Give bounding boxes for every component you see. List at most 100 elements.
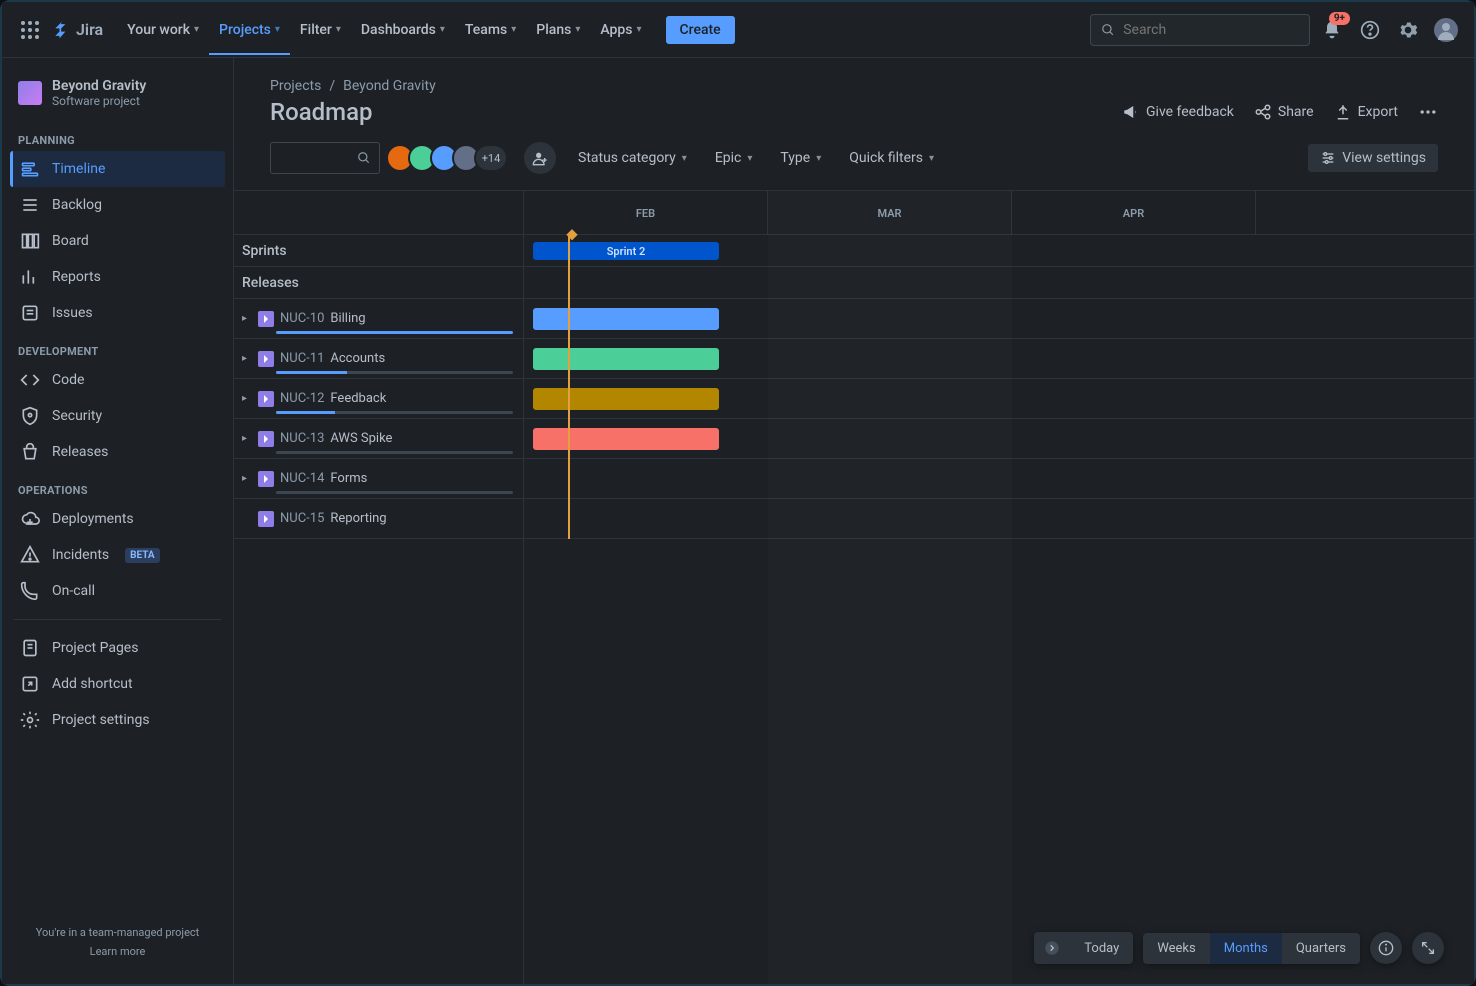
jira-logo[interactable]: Jira	[52, 20, 103, 40]
epic-bar[interactable]	[533, 308, 719, 330]
nav-projects[interactable]: Projects ▾	[209, 16, 290, 44]
epic-row[interactable]: ▸ NUC-14 Forms	[234, 459, 523, 499]
sidebar-item-reports[interactable]: Reports	[10, 259, 225, 295]
give-feedback-button[interactable]: Give feedback	[1122, 103, 1234, 121]
project-name: Beyond Gravity	[52, 78, 146, 94]
fullscreen-button[interactable]	[1412, 932, 1444, 964]
nav-apps[interactable]: Apps ▾	[590, 16, 651, 44]
settings-icon	[20, 710, 40, 730]
epic-row[interactable]: ▸NUC-13AWS Spike	[234, 419, 523, 459]
add-person-button[interactable]	[524, 142, 556, 174]
releases-row-label: Releases	[242, 275, 299, 291]
epic-icon	[258, 431, 274, 447]
nav-teams[interactable]: Teams ▾	[455, 16, 526, 44]
epic-row[interactable]: ▸NUC-12Feedback	[234, 379, 523, 419]
sidebar-item-code[interactable]: Code	[10, 362, 225, 398]
filter-type[interactable]: Type ▾	[770, 144, 831, 172]
sidebar-footer: You're in a team-managed project Learn m…	[10, 916, 225, 968]
sidebar-item-incidents[interactable]: IncidentsBETA	[10, 537, 225, 573]
epic-key: NUC-15	[280, 511, 324, 526]
today-button[interactable]: Today	[1070, 932, 1133, 964]
project-header[interactable]: Beyond Gravity Software project	[10, 74, 225, 120]
epic-icon	[258, 471, 274, 487]
global-search[interactable]	[1090, 14, 1310, 46]
expand-icon[interactable]: ▸	[242, 313, 258, 324]
epic-title: Forms	[330, 471, 367, 486]
learn-more-link[interactable]: Learn more	[20, 945, 215, 958]
epic-bar[interactable]	[533, 428, 719, 450]
epic-row[interactable]: NUC-15 Reporting	[234, 499, 523, 539]
expand-icon[interactable]: ▸	[242, 433, 258, 444]
sidebar-item-backlog[interactable]: Backlog	[10, 187, 225, 223]
scroll-right-button[interactable]	[1034, 932, 1070, 964]
epic-bar[interactable]	[533, 348, 719, 370]
share-button[interactable]: Share	[1254, 103, 1314, 121]
epic-row[interactable]: ▸NUC-11Accounts	[234, 339, 523, 379]
nav-plans[interactable]: Plans ▾	[526, 16, 590, 44]
sidebar-item-issues[interactable]: Issues	[10, 295, 225, 331]
search-icon	[357, 151, 371, 165]
epic-title: AWS Spike	[330, 431, 392, 446]
month-header: FEB	[524, 191, 768, 235]
sidebar-item-board[interactable]: Board	[10, 223, 225, 259]
section-label: DEVELOPMENT	[10, 331, 225, 362]
sidebar-item-releases[interactable]: Releases	[10, 434, 225, 470]
sidebar-item-deployments[interactable]: Deployments	[10, 501, 225, 537]
epic-icon	[258, 391, 274, 407]
epic-key: NUC-10	[280, 311, 324, 326]
breadcrumb-item[interactable]: Projects	[270, 78, 321, 94]
create-button[interactable]: Create	[666, 16, 735, 44]
epic-title: Feedback	[330, 391, 386, 406]
sidebar-item-project-settings[interactable]: Project settings	[10, 702, 225, 738]
add-person-icon	[532, 150, 548, 166]
page-title: Roadmap	[270, 98, 373, 126]
export-button[interactable]: Export	[1334, 103, 1398, 121]
avatar-overflow[interactable]: +14	[474, 144, 508, 172]
info-icon	[1378, 940, 1394, 956]
view-settings-button[interactable]: View settings	[1308, 144, 1438, 172]
roadmap-search[interactable]	[270, 142, 380, 174]
expand-icon[interactable]: ▸	[242, 353, 258, 364]
security-icon	[20, 406, 40, 426]
assignee-avatars[interactable]: +14	[392, 144, 508, 172]
sidebar-item-timeline[interactable]: Timeline	[10, 151, 225, 187]
nav-dashboards[interactable]: Dashboards ▾	[351, 16, 455, 44]
month-header: APR	[1012, 191, 1256, 235]
epic-title: Accounts	[330, 351, 385, 366]
epic-title: Reporting	[330, 511, 386, 526]
epic-bar[interactable]	[533, 388, 719, 410]
content: Projects / Beyond Gravity Roadmap Give f…	[234, 58, 1474, 984]
app-switcher-icon[interactable]	[14, 14, 46, 46]
settings-icon[interactable]	[1392, 14, 1424, 46]
expand-icon[interactable]: ▸	[242, 393, 258, 404]
reports-icon	[20, 267, 40, 287]
expand-icon[interactable]: ▸	[242, 473, 258, 484]
months-button[interactable]: Months	[1210, 933, 1282, 964]
sidebar-item-project-pages[interactable]: Project Pages	[10, 630, 225, 666]
sprint-bar[interactable]: Sprint 2	[533, 242, 719, 260]
sidebar-item-security[interactable]: Security	[10, 398, 225, 434]
sidebar-item-add-shortcut[interactable]: Add shortcut	[10, 666, 225, 702]
epic-key: NUC-14	[280, 471, 324, 486]
filter-epic[interactable]: Epic ▾	[705, 144, 763, 172]
quarters-button[interactable]: Quarters	[1282, 933, 1360, 964]
more-actions-icon[interactable]	[1418, 102, 1438, 122]
nav-filter[interactable]: Filter ▾	[290, 16, 351, 44]
info-button[interactable]	[1370, 932, 1402, 964]
help-icon[interactable]	[1354, 14, 1386, 46]
filter-quick-filters[interactable]: Quick filters ▾	[839, 144, 944, 172]
notification-badge: 9+	[1329, 12, 1350, 25]
profile-avatar[interactable]	[1430, 14, 1462, 46]
filter-status-category[interactable]: Status category ▾	[568, 144, 697, 172]
sidebar-item-on-call[interactable]: On-call	[10, 573, 225, 609]
notifications-icon[interactable]: 9+	[1316, 14, 1348, 46]
backlog-icon	[20, 195, 40, 215]
nav-your-work[interactable]: Your work ▾	[117, 16, 209, 44]
epic-row[interactable]: ▸NUC-10Billing	[234, 299, 523, 339]
search-input[interactable]	[1123, 22, 1299, 38]
section-label: OPERATIONS	[10, 470, 225, 501]
weeks-button[interactable]: Weeks	[1143, 933, 1209, 964]
sidebar: Beyond Gravity Software project PLANNING…	[2, 58, 234, 984]
breadcrumb-item[interactable]: Beyond Gravity	[343, 78, 436, 94]
epic-icon	[258, 311, 274, 327]
